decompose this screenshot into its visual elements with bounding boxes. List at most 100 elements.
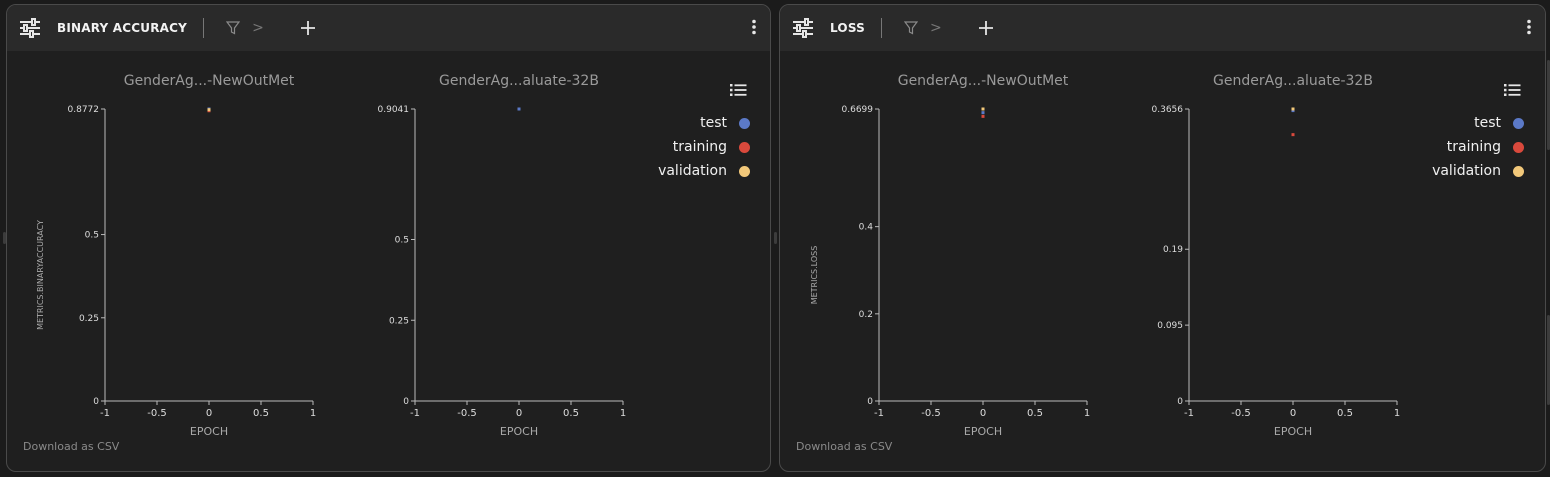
data-point-validation[interactable] bbox=[981, 107, 985, 111]
download-csv-link[interactable]: Download as CSV bbox=[23, 440, 119, 453]
y-tick-label: 0.095 bbox=[1157, 321, 1183, 331]
plus-icon[interactable] bbox=[978, 20, 994, 36]
data-point-test[interactable] bbox=[981, 111, 985, 115]
chart-3: GenderAg...-NewOutMet 0 0.2 0.4 0.6699 -1 -0.5… bbox=[810, 73, 1090, 438]
panel-header: LOSS > bbox=[780, 5, 1545, 51]
chart-title: GenderAg...-NewOutMet bbox=[124, 73, 295, 89]
legend-label: test bbox=[1474, 115, 1501, 131]
legend-swatch-test bbox=[1513, 117, 1524, 129]
panel-header: BINARY ACCURACY > bbox=[7, 5, 770, 51]
x-axis-label: EPOCH bbox=[190, 425, 228, 438]
y-tick-label: 0 bbox=[93, 397, 99, 407]
x-tick-label: 0 bbox=[516, 408, 522, 419]
data-point-validation[interactable] bbox=[207, 108, 211, 112]
x-tick-label: 1 bbox=[1394, 408, 1400, 419]
list-icon[interactable] bbox=[1504, 83, 1521, 97]
y-tick-label: 0.5 bbox=[395, 236, 409, 246]
x-axis-label: EPOCH bbox=[1274, 425, 1312, 438]
x-tick-label: 1 bbox=[620, 408, 626, 419]
y-tick-label: 0.19 bbox=[1163, 245, 1183, 255]
chart-title: GenderAg...aluate-32B bbox=[1213, 73, 1373, 89]
kebab-menu-icon[interactable] bbox=[1527, 19, 1531, 35]
x-tick-label: -1 bbox=[100, 408, 110, 419]
filter-icon[interactable] bbox=[226, 21, 241, 35]
legend-item-validation[interactable]: validation bbox=[1432, 161, 1524, 181]
legend-item-validation[interactable]: validation bbox=[658, 161, 750, 181]
y-tick-label: 0.8772 bbox=[68, 105, 100, 115]
chart-title: GenderAg...-NewOutMet bbox=[898, 73, 1069, 89]
x-tick-label: -1 bbox=[874, 408, 884, 419]
sliders-icon[interactable] bbox=[19, 17, 41, 39]
charts-area: GenderAg...-NewOutMet 0 0.25 0.5 0.8772 -1 -0.… bbox=[36, 73, 627, 438]
legend-item-test[interactable]: test bbox=[700, 113, 750, 133]
legend-swatch-training bbox=[739, 141, 750, 153]
x-axis-label: EPOCH bbox=[500, 425, 538, 438]
legend-swatch-test bbox=[739, 117, 750, 129]
x-tick-label: -0.5 bbox=[147, 408, 167, 419]
data-point-validation[interactable] bbox=[1291, 107, 1295, 111]
y-axis-label: METRICS.LOSS bbox=[810, 246, 819, 305]
legend-swatch-validation bbox=[1513, 165, 1524, 177]
kebab-menu-icon[interactable] bbox=[752, 19, 756, 35]
plus-icon[interactable] bbox=[300, 20, 316, 36]
y-axis-label: METRICS.BINARYACCURACY bbox=[36, 220, 45, 330]
legend-label: training bbox=[1446, 139, 1501, 155]
chart-title: GenderAg...aluate-32B bbox=[439, 73, 599, 89]
y-tick-label: 0.3656 bbox=[1152, 105, 1184, 115]
x-tick-label: -0.5 bbox=[1231, 408, 1251, 419]
legend-swatch-training bbox=[1513, 141, 1524, 153]
chart-1: GenderAg...-NewOutMet 0 0.25 0.5 0.8772 -1 -0.… bbox=[36, 73, 316, 438]
x-tick-label: 1 bbox=[1084, 408, 1090, 419]
download-csv-link[interactable]: Download as CSV bbox=[796, 440, 892, 453]
y-tick-label: 0 bbox=[1177, 397, 1183, 407]
data-point-test[interactable] bbox=[517, 107, 521, 111]
x-tick-label: 0.5 bbox=[563, 408, 579, 419]
legend-label: training bbox=[672, 139, 727, 155]
chart-4: GenderAg...aluate-32B 0 0.095 0.19 0.3656 -1 -… bbox=[1152, 73, 1401, 438]
y-tick-label: 0.25 bbox=[389, 316, 409, 326]
y-tick-label: 0.6699 bbox=[842, 105, 874, 115]
x-tick-label: 1 bbox=[310, 408, 316, 419]
y-tick-label: 0.2 bbox=[859, 310, 873, 320]
list-icon[interactable] bbox=[730, 83, 747, 97]
resize-handle-middle[interactable] bbox=[774, 232, 777, 244]
x-tick-label: 0.5 bbox=[1027, 408, 1043, 419]
data-point-training[interactable] bbox=[981, 114, 985, 118]
data-point-training[interactable] bbox=[1291, 133, 1295, 137]
legend-swatch-validation bbox=[739, 165, 750, 177]
header-divider bbox=[203, 18, 205, 38]
legend-label: validation bbox=[1432, 163, 1501, 179]
x-tick-label: 0 bbox=[980, 408, 986, 419]
y-tick-label: 0.4 bbox=[859, 223, 874, 233]
chart-2: GenderAg...aluate-32B 0 0.25 0.5 0.9041 -1 -0.… bbox=[378, 73, 627, 438]
breadcrumb-chevron: > bbox=[252, 20, 264, 36]
y-tick-label: 0 bbox=[867, 397, 873, 407]
legend-item-training[interactable]: training bbox=[673, 137, 750, 157]
y-tick-label: 0.25 bbox=[79, 314, 99, 324]
x-tick-label: -0.5 bbox=[921, 408, 941, 419]
x-tick-label: -1 bbox=[410, 408, 420, 419]
breadcrumb-chevron: > bbox=[929, 20, 942, 36]
y-tick-label: 0.5 bbox=[85, 231, 99, 241]
x-tick-label: 0 bbox=[206, 408, 212, 419]
header-divider bbox=[880, 18, 882, 38]
y-tick-label: 0 bbox=[403, 397, 409, 407]
charts-area: GenderAg...-NewOutMet 0 0.2 0.4 0.6699 -1 -0.5… bbox=[810, 73, 1401, 438]
binary-accuracy-panel: BINARY ACCURACY > GenderAg...-NewOutMet 0… bbox=[6, 4, 771, 472]
y-tick-label: 0.9041 bbox=[378, 105, 410, 115]
x-tick-label: 0.5 bbox=[1337, 408, 1353, 419]
panel-title: LOSS bbox=[830, 21, 865, 35]
legend-item-test[interactable]: test bbox=[1474, 113, 1524, 133]
x-tick-label: 0 bbox=[1290, 408, 1296, 419]
filter-icon[interactable] bbox=[903, 21, 918, 35]
x-tick-label: 0.5 bbox=[253, 408, 269, 419]
loss-panel: LOSS > GenderAg...-NewOutMet 0 0.2 0.4 0.669… bbox=[779, 4, 1546, 472]
sliders-icon[interactable] bbox=[792, 17, 814, 39]
panel-title: BINARY ACCURACY bbox=[57, 21, 188, 35]
legend-label: test bbox=[700, 115, 727, 131]
x-axis-label: EPOCH bbox=[964, 425, 1002, 438]
legend-item-training[interactable]: training bbox=[1447, 137, 1524, 157]
x-tick-label: -1 bbox=[1184, 408, 1194, 419]
legend-label: validation bbox=[658, 163, 727, 179]
x-tick-label: -0.5 bbox=[457, 408, 477, 419]
